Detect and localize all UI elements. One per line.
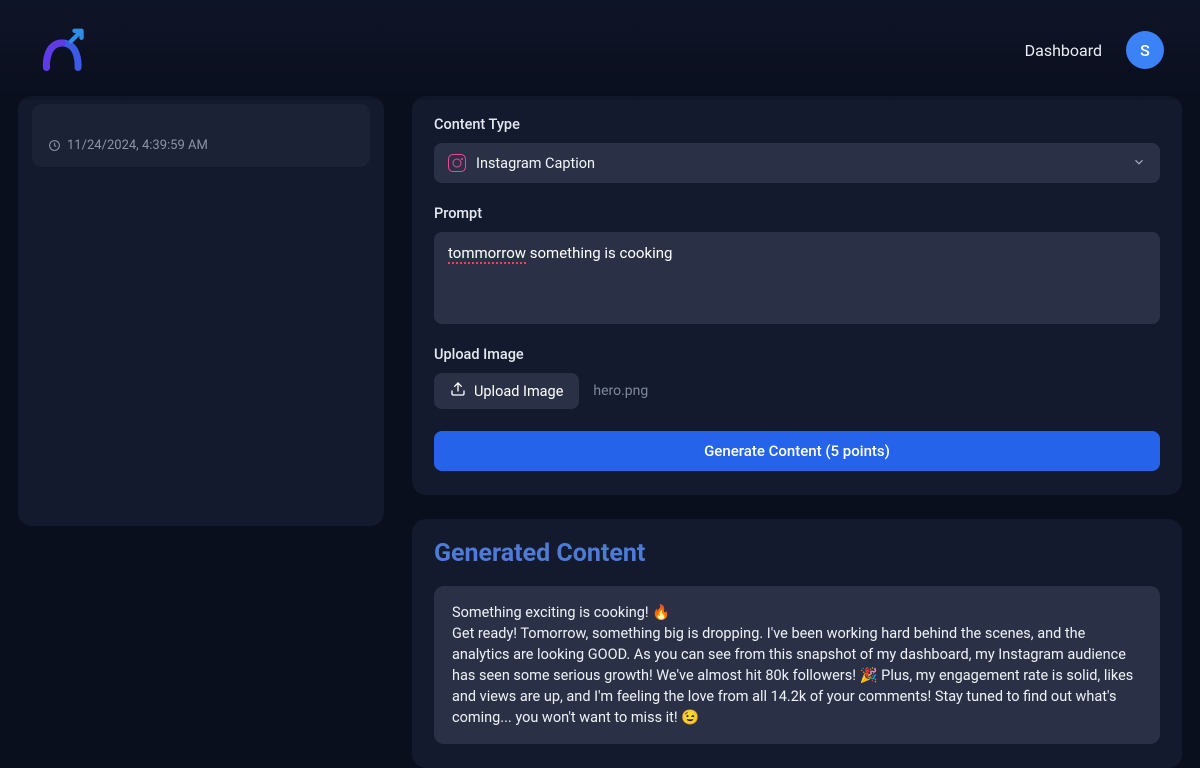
- upload-icon: [450, 381, 466, 401]
- content-type-value: Instagram Caption: [476, 155, 595, 172]
- chevron-down-icon: [1132, 154, 1146, 173]
- history-timestamp: 11/24/2024, 4:39:59 AM: [48, 138, 354, 153]
- generate-content-button[interactable]: Generate Content (5 points): [434, 431, 1160, 471]
- upload-button-text: Upload Image: [474, 383, 563, 400]
- avatar[interactable]: S: [1126, 31, 1164, 69]
- timestamp-text: 11/24/2024, 4:39:59 AM: [67, 138, 208, 153]
- content-type-label: Content Type: [434, 116, 1160, 133]
- upload-label: Upload Image: [434, 346, 1160, 363]
- prompt-input[interactable]: tommorrow something is cooking: [434, 232, 1160, 324]
- prompt-misspelled-word: tommorrow: [448, 244, 526, 264]
- prompt-label: Prompt: [434, 205, 1160, 222]
- content-form-panel: Content Type Instagram Caption Prompt to…: [412, 96, 1182, 495]
- content-type-select[interactable]: Instagram Caption: [434, 143, 1160, 183]
- generated-content-title: Generated Content: [434, 539, 1160, 568]
- history-panel: 11/24/2024, 4:39:59 AM: [18, 96, 384, 526]
- generated-content-panel: Generated Content Something exciting is …: [412, 519, 1182, 768]
- uploaded-filename: hero.png: [593, 383, 648, 399]
- dashboard-link[interactable]: Dashboard: [1025, 41, 1102, 60]
- generated-content-body: Something exciting is cooking! 🔥 Get rea…: [434, 586, 1160, 744]
- upload-image-button[interactable]: Upload Image: [434, 373, 579, 409]
- app-header: Dashboard S: [0, 0, 1200, 100]
- prompt-text-rest: something is cooking: [526, 244, 672, 262]
- app-logo[interactable]: [36, 22, 92, 78]
- header-actions: Dashboard S: [1025, 31, 1164, 69]
- instagram-icon: [448, 154, 466, 172]
- clock-icon: [48, 139, 61, 152]
- history-item[interactable]: 11/24/2024, 4:39:59 AM: [32, 104, 370, 167]
